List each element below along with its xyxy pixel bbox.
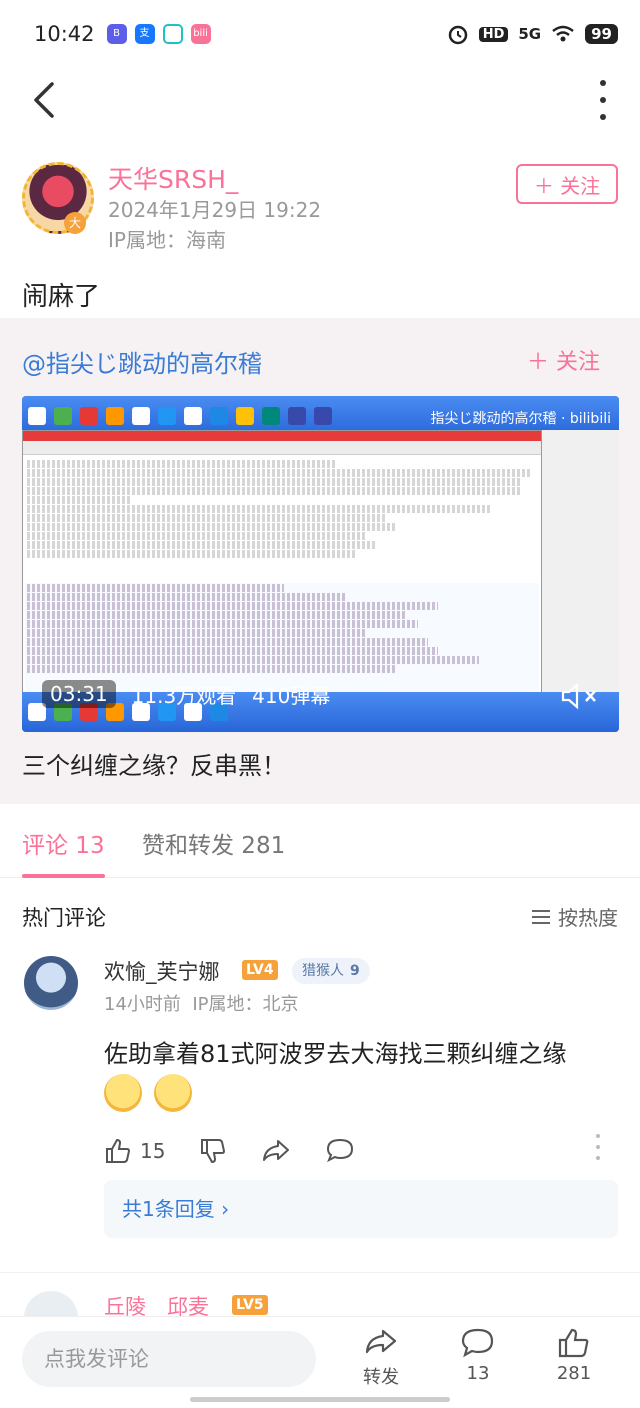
repost-author[interactable]: @指尖じ跳动的高尔稽 [22,344,262,379]
repost-label: 转发 [363,1367,399,1388]
bottom-action-bar: 点我发评论 转发 13 281 [0,1316,640,1408]
video-editor-window [22,430,542,698]
avatar-badge: 大 [64,212,86,234]
hot-comments-header: 热门评论 按热度 [22,902,618,932]
bilibili-icon: bili [190,24,211,44]
commenter-avatar[interactable] [24,956,78,1010]
video-code-pane [25,459,539,579]
comment-more-button[interactable] [596,1134,604,1160]
battery-indicator: 99 [585,24,618,44]
post-author: 大 天华SRSH_ 2024年1月29日 19:22 IP属地：海南 ＋ 关注 [0,152,640,262]
repost-button[interactable]: 转发 [346,1327,416,1389]
like-count: 281 [556,1363,592,1384]
mute-icon[interactable] [561,682,601,710]
post-ip-location: IP属地：海南 [108,228,226,252]
back-button[interactable] [26,78,66,122]
repost-card[interactable]: @指尖じ跳动的高尔稽 ＋ 关注 指尖じ跳动的高尔稽 · bilibili 03:… [0,318,640,804]
comment-meta: 14小时前 IP属地：北京 [104,994,299,1015]
comment-actions: 15 [104,1134,614,1168]
comment-count: 13 [466,1363,490,1384]
comment-item: 欢愉_芙宁娜 LV4 猎猴人 9 14小时前 IP属地：北京 佐助拿着81式阿波罗… [0,950,640,1250]
wifi-icon [552,25,574,42]
comment-tabs: 评论 13 赞和转发 281 [0,820,640,878]
alarm-icon [448,25,467,45]
commenter-name[interactable]: 欢愉_芙宁娜 [104,956,220,986]
dislike-button[interactable] [199,1134,227,1168]
message-icon [162,24,183,44]
app-notification-icon: B [106,24,127,44]
thumbs-up-icon [106,1138,131,1163]
level-badge: LV5 [232,1295,268,1315]
author-name[interactable]: 天华SRSH_ [108,160,238,196]
grin-emoji-icon [104,1074,142,1112]
video-views: 11.3万观看 [131,683,237,708]
like-post-button[interactable]: 281 [539,1327,609,1384]
tab-comments[interactable]: 评论 13 [22,826,105,878]
hd-icon: HD [478,26,509,42]
reply-button[interactable] [325,1134,355,1168]
share-icon [263,1140,290,1161]
video-overlay-controls: 03:31 11.3万观看 410弹幕 [22,664,619,724]
comment-text: 佐助拿着81式阿波罗去大海找三颗纠缠之缘 [104,1040,567,1068]
share-icon [365,1329,397,1354]
repost-follow-button[interactable]: ＋ 关注 [527,344,600,376]
follow-button[interactable]: ＋ 关注 [516,164,618,204]
thumbs-down-icon [201,1139,226,1164]
video-watermark: 指尖じ跳动的高尔稽 · bilibili [430,411,611,427]
view-replies-button[interactable]: 共1条回复 › [104,1180,618,1238]
video-duration: 03:31 [42,680,116,708]
video-side-panel [542,430,619,698]
video-player[interactable]: 指尖じ跳动的高尔稽 · bilibili 03:31 11.3万观看 410弹幕 [22,396,619,732]
like-button[interactable]: 15 [104,1134,165,1168]
video-danmaku-count: 410弹幕 [252,683,331,708]
sort-icon [532,909,550,924]
like-count: 15 [140,1139,166,1163]
grin-emoji-icon [154,1074,192,1112]
sort-label: 按热度 [558,906,618,930]
top-nav [0,70,640,130]
comment-bubble-icon [327,1138,354,1163]
post-text: 闹麻了 [22,282,101,312]
status-time: 10:42 [34,22,95,46]
home-indicator [190,1397,450,1402]
share-comment-button[interactable] [261,1134,291,1168]
sort-button[interactable]: 按热度 [532,902,618,931]
network-label: 5G [518,25,542,43]
comment-item: 丘陵__邱麦 LV5 [0,1272,640,1345]
alipay-icon: 支 [134,24,155,44]
comment-button[interactable]: 13 [443,1327,513,1384]
status-bar: 10:42 B 支 bili HD 5G 99 [0,0,640,68]
comment-input[interactable]: 点我发评论 [22,1331,316,1387]
more-options-button[interactable] [596,80,610,120]
tab-likes-reposts[interactable]: 赞和转发 281 [142,826,285,860]
level-badge: LV4 [242,960,278,980]
back-arrow-icon [34,82,54,118]
post-timestamp: 2024年1月29日 19:22 [108,198,322,222]
hot-comments-title: 热门评论 [22,906,106,930]
comment-bubble-icon [461,1328,494,1358]
video-title[interactable]: 三个纠缠之缘？反串黑！ [22,746,286,781]
thumbs-up-icon [558,1328,589,1358]
fan-tag[interactable]: 猎猴人 9 [292,958,370,984]
